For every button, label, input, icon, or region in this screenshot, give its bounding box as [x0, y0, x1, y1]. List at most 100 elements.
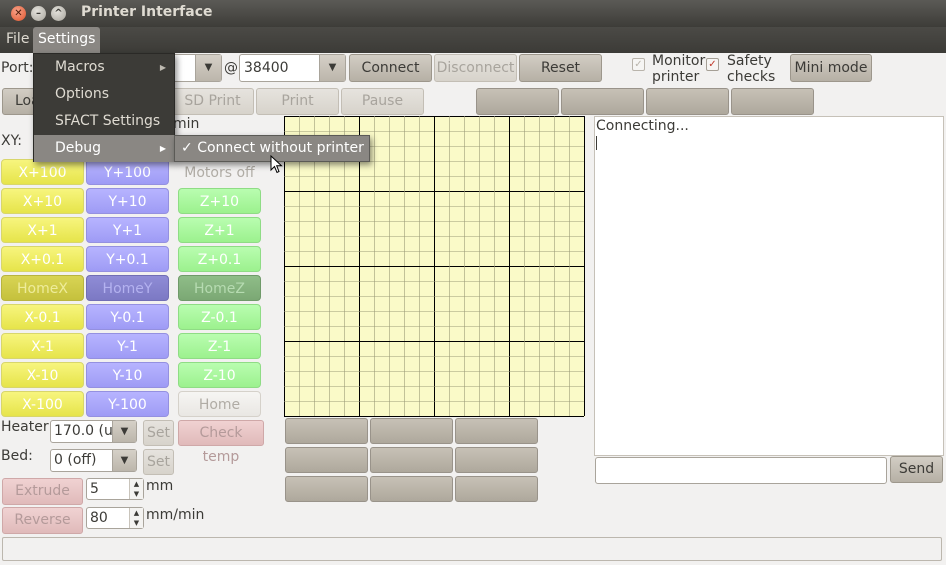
- z-plus-0-1-button[interactable]: Z+0.1: [178, 246, 261, 272]
- macro-button-5[interactable]: [370, 447, 453, 473]
- extrude-amount-spinner[interactable]: 5 ▲ ▼: [86, 478, 144, 500]
- check-icon: ✓: [181, 140, 193, 156]
- x-minus-100-button[interactable]: X-100: [1, 391, 84, 417]
- y-plus-10-button[interactable]: Y+10: [86, 188, 169, 214]
- chevron-down-icon[interactable]: ▼: [112, 450, 136, 471]
- menu-item-debug[interactable]: Debug ▶: [34, 135, 174, 162]
- custom-button-4[interactable]: [731, 88, 814, 115]
- command-input[interactable]: [595, 457, 887, 484]
- minimize-icon[interactable]: –: [31, 6, 46, 21]
- home-all-button[interactable]: Home: [178, 391, 261, 417]
- submenu-arrow-icon: ▶: [159, 144, 166, 153]
- macro-button-6[interactable]: [455, 447, 538, 473]
- disconnect-button[interactable]: Disconnect: [434, 54, 517, 82]
- z-minus-0-1-button[interactable]: Z-0.1: [178, 304, 261, 330]
- y-plus-0-1-button[interactable]: Y+0.1: [86, 246, 169, 272]
- motors-off-button[interactable]: Motors off: [178, 159, 261, 185]
- y-minus-0-1-button[interactable]: Y-0.1: [86, 304, 169, 330]
- bed-combo[interactable]: 0 (off) ▼: [50, 449, 137, 472]
- home-y-button[interactable]: HomeY: [86, 275, 169, 301]
- monitor-printer-checkbox[interactable]: ✓: [632, 58, 645, 71]
- reverse-speed-value: 80: [90, 510, 108, 526]
- custom-button-2[interactable]: [561, 88, 644, 115]
- safety-label-line2: checks: [727, 69, 776, 85]
- macro-button-8[interactable]: [370, 476, 453, 502]
- y-minus-1-button[interactable]: Y-1: [86, 333, 169, 359]
- baud-combo[interactable]: 38400 ▼: [239, 54, 346, 82]
- chevron-down-icon[interactable]: ▼: [319, 55, 345, 81]
- mini-mode-button[interactable]: Mini mode: [790, 54, 872, 82]
- x-plus-100-button[interactable]: X+100: [1, 159, 84, 185]
- heater-value: 170.0 (u: [54, 423, 113, 439]
- bed-value: 0 (off): [54, 452, 97, 468]
- connect-without-printer-item[interactable]: Connect without printer: [197, 140, 364, 156]
- x-plus-0-1-button[interactable]: X+0.1: [1, 246, 84, 272]
- macro-button-9[interactable]: [455, 476, 538, 502]
- pause-button[interactable]: Pause: [341, 88, 424, 115]
- spin-arrows-icon[interactable]: ▲ ▼: [129, 479, 143, 499]
- heater-label: Heater:: [1, 419, 54, 435]
- y-minus-100-button[interactable]: Y-100: [86, 391, 169, 417]
- safety-checks-checkbox[interactable]: ✓: [706, 58, 719, 71]
- console-text: Connecting...: [596, 118, 689, 134]
- x-plus-10-button[interactable]: X+10: [1, 188, 84, 214]
- check-temp-button[interactable]: Check temp: [178, 420, 264, 465]
- home-z-button[interactable]: HomeZ: [178, 275, 261, 301]
- extrude-button[interactable]: Extrude: [2, 478, 83, 505]
- menu-file[interactable]: File: [1, 27, 34, 53]
- safety-checks-label: Safety checks: [727, 53, 775, 85]
- y-plus-100-button[interactable]: Y+100: [86, 159, 169, 185]
- mouse-cursor-icon: [270, 155, 283, 174]
- z-plus-1-button[interactable]: Z+1: [178, 217, 261, 243]
- port-combo[interactable]: ▼: [170, 54, 222, 82]
- window-title: Printer Interface: [81, 4, 213, 20]
- y-minus-10-button[interactable]: Y-10: [86, 362, 169, 388]
- reverse-speed-spinner[interactable]: 80 ▲ ▼: [86, 507, 144, 529]
- x-minus-10-button[interactable]: X-10: [1, 362, 84, 388]
- menu-item-macros[interactable]: Macros ▶: [34, 54, 174, 81]
- macro-button-7[interactable]: [285, 476, 368, 502]
- x-minus-1-button[interactable]: X-1: [1, 333, 84, 359]
- macro-button-2[interactable]: [370, 418, 453, 444]
- bed-set-button[interactable]: Set: [143, 449, 174, 475]
- send-button[interactable]: Send: [890, 456, 943, 483]
- reverse-button[interactable]: Reverse: [2, 507, 83, 534]
- print-button[interactable]: Print: [256, 88, 339, 115]
- custom-button-1[interactable]: [476, 88, 559, 115]
- macro-button-1[interactable]: [285, 418, 368, 444]
- monitor-printer-label: Monitor printer: [652, 53, 705, 85]
- spin-arrows-icon[interactable]: ▲ ▼: [129, 508, 143, 528]
- connect-button[interactable]: Connect: [349, 54, 432, 82]
- home-x-button[interactable]: HomeX: [1, 275, 84, 301]
- menu-item-options-label: Options: [55, 86, 110, 102]
- safety-label-line1: Safety: [727, 53, 772, 69]
- maximize-icon[interactable]: ^: [51, 6, 66, 21]
- z-minus-10-button[interactable]: Z-10: [178, 362, 261, 388]
- custom-button-3[interactable]: [646, 88, 729, 115]
- monitor-label-line1: Monitor: [652, 53, 706, 69]
- console-log[interactable]: Connecting...: [594, 116, 944, 456]
- bed-label: Bed:: [1, 448, 33, 464]
- menu-item-sfact-label: SFACT Settings: [55, 113, 161, 129]
- chevron-down-icon[interactable]: ▼: [195, 55, 221, 81]
- x-plus-1-button[interactable]: X+1: [1, 217, 84, 243]
- chevron-down-icon[interactable]: ▼: [112, 421, 136, 442]
- x-minus-0-1-button[interactable]: X-0.1: [1, 304, 84, 330]
- close-icon[interactable]: ✕: [11, 6, 26, 21]
- macro-button-3[interactable]: [455, 418, 538, 444]
- reset-button[interactable]: Reset: [519, 54, 602, 82]
- menu-item-options[interactable]: Options: [34, 81, 174, 108]
- heater-combo[interactable]: 170.0 (u ▼: [50, 420, 137, 443]
- monitor-label-line2: printer: [652, 69, 700, 85]
- heater-set-button[interactable]: Set: [143, 420, 174, 446]
- macro-button-4[interactable]: [285, 447, 368, 473]
- y-plus-1-button[interactable]: Y+1: [86, 217, 169, 243]
- z-plus-10-button[interactable]: Z+10: [178, 188, 261, 214]
- at-label: @: [224, 60, 238, 76]
- sd-print-button[interactable]: SD Print: [171, 88, 254, 115]
- z-minus-1-button[interactable]: Z-1: [178, 333, 261, 359]
- menu-item-sfact-settings[interactable]: SFACT Settings: [34, 108, 174, 135]
- submenu-arrow-icon: ▶: [159, 63, 166, 72]
- menu-settings[interactable]: Settings: [33, 27, 101, 53]
- menu-item-macros-label: Macros: [55, 59, 105, 75]
